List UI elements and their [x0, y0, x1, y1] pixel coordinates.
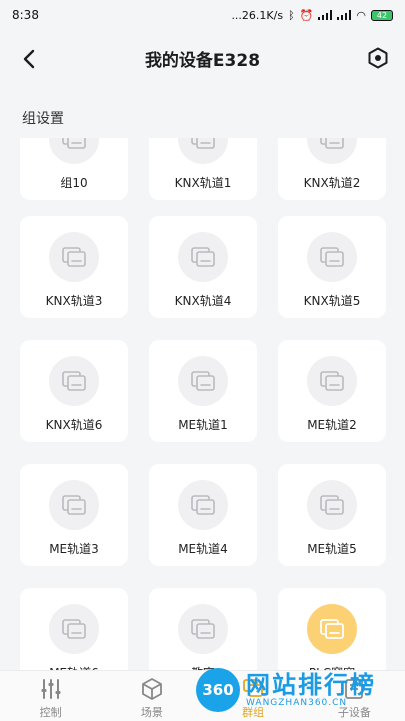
signal-icon — [318, 10, 333, 20]
signal-icon-2 — [337, 10, 352, 20]
tab-label: 场景 — [140, 706, 163, 719]
group-icon — [49, 232, 99, 282]
group-icon — [49, 356, 99, 406]
group-tile[interactable]: ME轨道5 — [278, 464, 386, 566]
group-tile[interactable]: ME轨道4 — [149, 464, 257, 566]
group-tile-label: KNX轨道3 — [45, 294, 103, 308]
chevron-left-icon — [23, 49, 35, 69]
tab-label: 控制 — [39, 706, 62, 719]
group-icon — [239, 675, 267, 703]
group-tile[interactable]: KNX轨道4 — [149, 216, 257, 318]
sub-device-icon — [340, 675, 368, 703]
group-icon — [49, 138, 99, 164]
status-icons: ...26.1K/s ᛒ ⏰ ◠ 42 — [231, 9, 393, 22]
settings-button[interactable] — [363, 43, 393, 73]
tab-label: 群组 — [242, 706, 265, 719]
status-time: 8:38 — [12, 8, 39, 22]
group-tile-label: ME轨道3 — [49, 542, 99, 556]
wifi-icon: ◠ — [356, 8, 366, 22]
group-icon — [307, 232, 357, 282]
group-tile[interactable]: KNX轨道6 — [20, 340, 128, 442]
group-icon — [49, 480, 99, 530]
group-icon — [178, 232, 228, 282]
group-tile-label: KNX轨道5 — [303, 294, 361, 308]
net-speed: ...26.1K/s — [231, 8, 284, 22]
group-tile-label: ME轨道4 — [178, 542, 228, 556]
group-tile-label: ME轨道1 — [178, 418, 228, 432]
group-tile[interactable]: PLC窗帘 — [278, 588, 386, 670]
group-icon — [178, 138, 228, 164]
group-icon — [178, 480, 228, 530]
group-tile-label: KNX轨道4 — [174, 294, 232, 308]
group-tile[interactable]: ME轨道6 — [20, 588, 128, 670]
bottom-tab-bar: 控制 场景 群组 子设备 — [0, 670, 405, 721]
page-title: 我的设备E328 — [144, 50, 261, 71]
group-tile-label: ME轨道2 — [307, 418, 357, 432]
alarm-icon: ⏰ — [299, 8, 314, 22]
tab-label: 子设备 — [337, 706, 371, 719]
group-tile[interactable]: KNX轨道2 — [278, 138, 386, 200]
group-tile-label: KNX轨道6 — [45, 418, 103, 432]
group-tile-label: KNX轨道2 — [303, 176, 361, 190]
hexagon-settings-icon — [368, 47, 388, 69]
group-tile[interactable]: 教室 — [149, 588, 257, 670]
app-header: 我的设备E328 — [0, 30, 405, 86]
group-icon — [307, 480, 357, 530]
group-tile[interactable]: KNX轨道1 — [149, 138, 257, 200]
group-tile[interactable]: 组10 — [20, 138, 128, 200]
group-tile[interactable]: ME轨道1 — [149, 340, 257, 442]
group-icon — [307, 356, 357, 406]
group-tile-label: 组10 — [60, 176, 88, 190]
cube-icon — [138, 675, 166, 703]
battery-icon: 42 — [371, 9, 393, 21]
group-tile[interactable]: KNX轨道5 — [278, 216, 386, 318]
bluetooth-icon: ᛒ — [288, 8, 295, 22]
tab-group[interactable]: 群组 — [213, 671, 293, 720]
tab-control[interactable]: 控制 — [11, 671, 91, 720]
back-button[interactable] — [14, 44, 44, 74]
tab-scene[interactable]: 场景 — [112, 671, 192, 720]
group-icon — [49, 604, 99, 654]
group-icon — [178, 356, 228, 406]
group-grid[interactable]: 组10 KNX轨道1 KNX轨道2 KNX轨道3 KNX轨道4 KNX轨道5 KNX轨道6 M… — [0, 138, 405, 670]
group-tile-label: ME轨道5 — [307, 542, 357, 556]
group-tile-label: KNX轨道1 — [174, 176, 232, 190]
status-bar: 8:38 ...26.1K/s ᛒ ⏰ ◠ 42 — [0, 0, 405, 30]
tab-sub-device[interactable]: 子设备 — [314, 671, 394, 720]
group-icon — [307, 604, 357, 654]
group-tile[interactable]: ME轨道2 — [278, 340, 386, 442]
group-tile[interactable]: KNX轨道3 — [20, 216, 128, 318]
group-icon — [178, 604, 228, 654]
section-label: 组设置 — [22, 111, 64, 127]
sliders-icon — [37, 675, 65, 703]
group-tile[interactable]: ME轨道3 — [20, 464, 128, 566]
group-icon — [307, 138, 357, 164]
